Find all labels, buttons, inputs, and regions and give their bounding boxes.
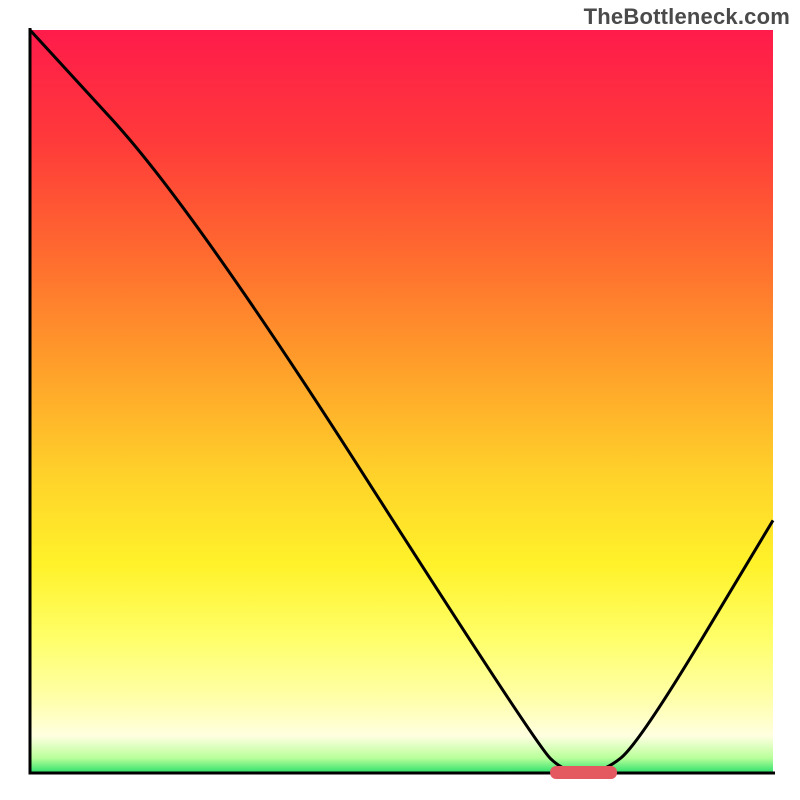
plot-background xyxy=(30,30,773,773)
watermark-text: TheBottleneck.com xyxy=(584,4,790,30)
optimal-marker xyxy=(550,766,617,779)
bottleneck-chart xyxy=(0,0,800,800)
chart-container: TheBottleneck.com xyxy=(0,0,800,800)
